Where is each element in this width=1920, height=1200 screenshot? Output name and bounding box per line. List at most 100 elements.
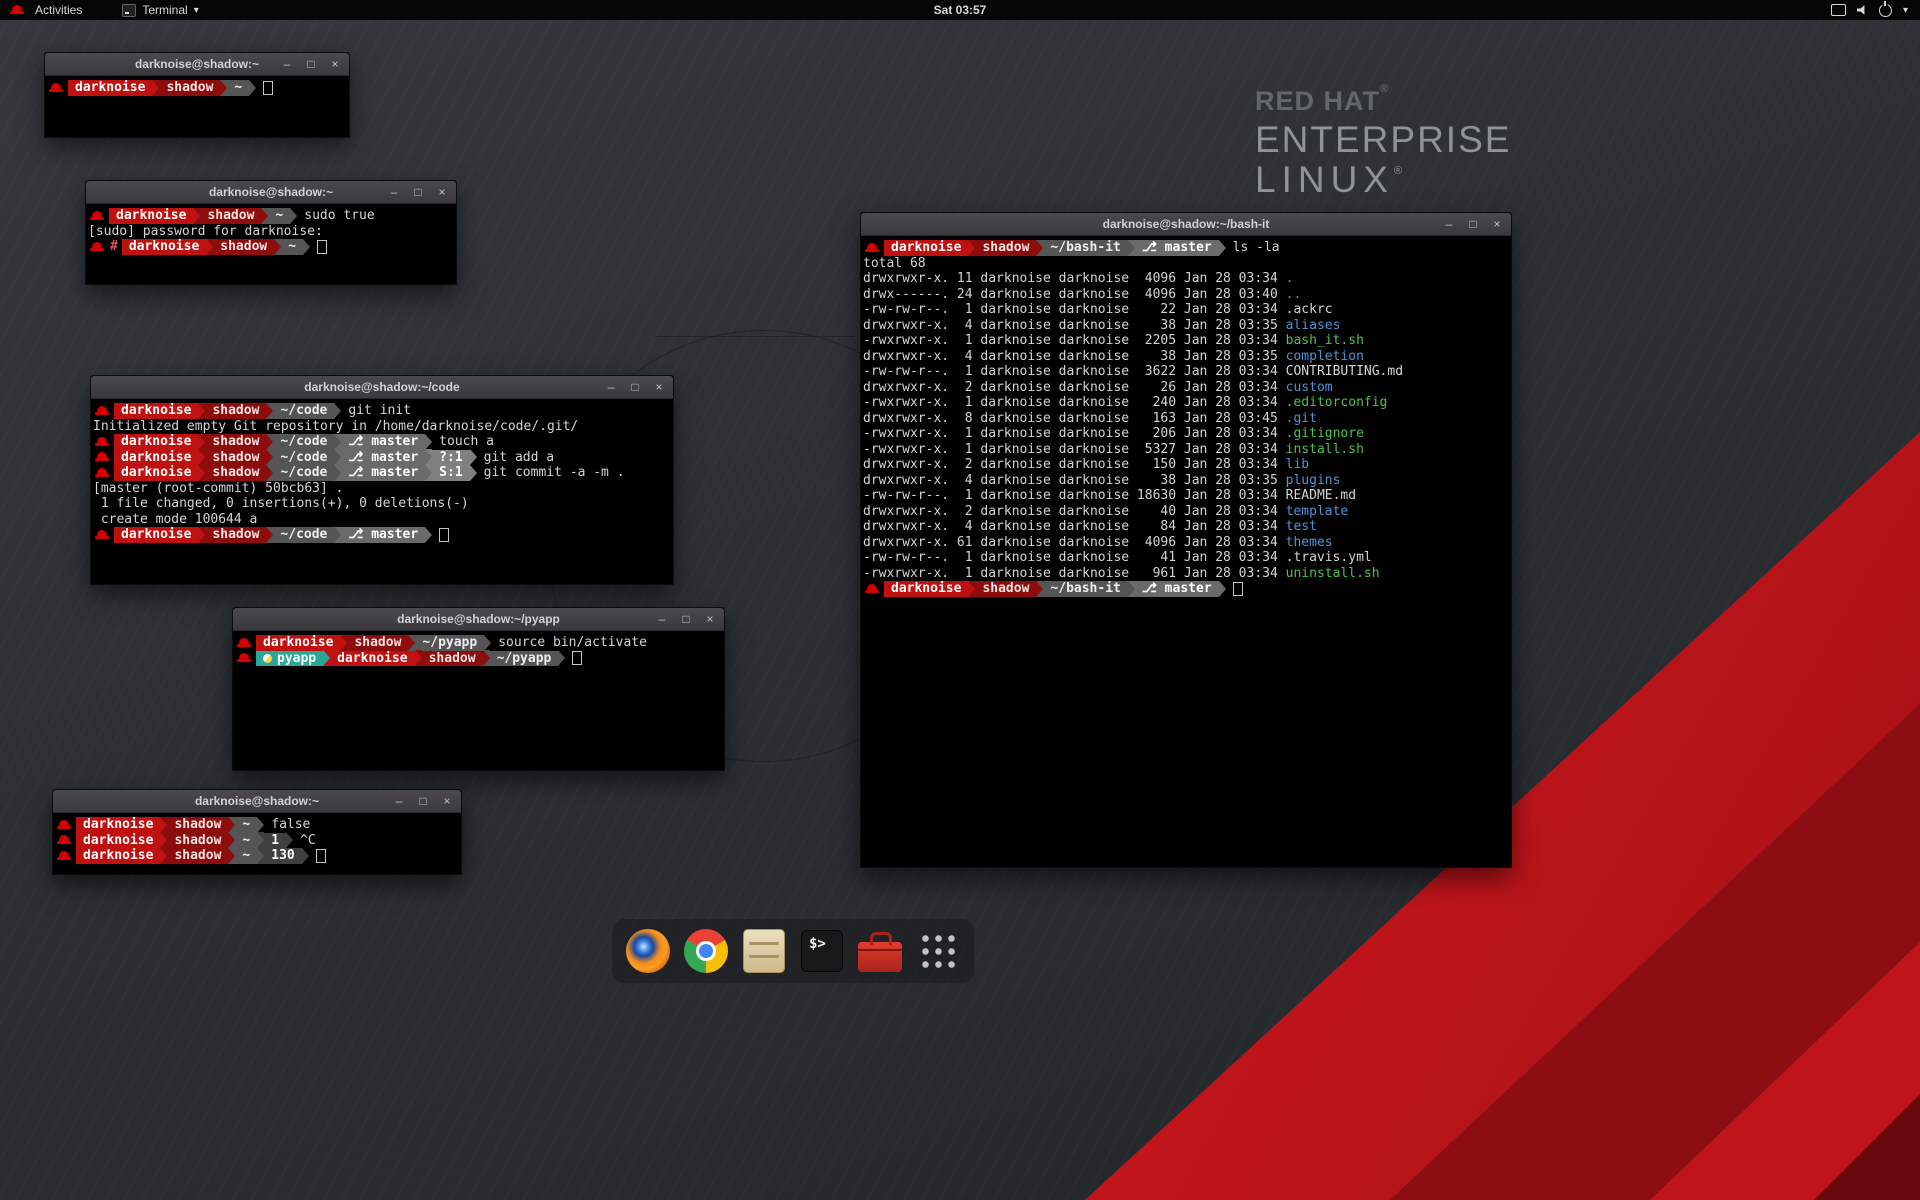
system-menu[interactable]: ▾ [1831, 0, 1920, 20]
toolbox-icon[interactable] [856, 927, 904, 975]
powerline-arrow [1036, 581, 1043, 597]
terminal-output-line: drwxrwxr-x. 11 darknoise darknoise 4096 … [863, 271, 1509, 287]
window-controls: –□ × [281, 53, 341, 75]
terminal-cursor [263, 81, 273, 95]
prompt-segment-user: darknoise [76, 848, 160, 864]
prompt-segment-status: S:1 [432, 465, 469, 481]
clock[interactable]: Sat 03:57 [934, 3, 987, 17]
prompt-segment-host: shadow [167, 833, 228, 849]
window-minimize-button[interactable]: – [1443, 218, 1455, 230]
command-text: git add a [484, 450, 554, 465]
terminal-icon[interactable]: $> [798, 927, 846, 975]
output-text: -rw-rw-r--. 1 darknoise darknoise 18630 … [863, 488, 1286, 503]
prompt-segment-path: ~ [227, 80, 249, 96]
dir-name: .git [1286, 411, 1317, 426]
window-titlebar[interactable]: darknoise@shadow:~–□× [45, 53, 349, 76]
terminal-app-icon [122, 4, 136, 17]
prompt-segment-host: shadow [167, 817, 228, 833]
firefox-browser-icon[interactable] [624, 927, 672, 975]
redhat-icon [57, 834, 71, 846]
output-text: drwx------. 24 darknoise darknoise 4096 … [863, 287, 1286, 302]
powerline-arrow [334, 403, 341, 419]
terminal-body[interactable]: darknoiseshadow~/codegit initInitialized… [91, 399, 673, 584]
prompt-segment-git: ⎇ master [341, 434, 425, 450]
window-close-button[interactable]: × [704, 613, 716, 625]
window-title: darknoise@shadow:~ [209, 185, 333, 199]
terminal-body[interactable]: darknoiseshadow~falsedarknoiseshadow~1^C… [53, 813, 461, 874]
prompt-segment-git: ⎇ master [1135, 240, 1219, 256]
app-menu-terminal[interactable]: Terminal ▾ [114, 0, 206, 20]
terminal-output-line: total 68 [863, 256, 1509, 272]
window-maximize-button[interactable]: □ [417, 795, 429, 807]
redhat-icon [865, 242, 879, 254]
powerline-arrow [558, 650, 565, 666]
dir-name: custom [1286, 380, 1333, 395]
window-minimize-button[interactable]: – [605, 381, 617, 393]
terminal-window: darknoise@shadow:~/bash-it–□×darknoisesh… [860, 212, 1512, 868]
prompt-segment-venv: pyapp [256, 651, 323, 667]
powerline-arrow [198, 449, 205, 465]
output-text: create mode 100644 a [93, 512, 257, 527]
prompt-segment-host: shadow [975, 581, 1036, 597]
prompt-segment-host: shadow [205, 465, 266, 481]
power-icon [1879, 4, 1892, 17]
command-text: ^C [300, 833, 316, 848]
terminal-body[interactable]: darknoiseshadow~sudo true[sudo] password… [86, 204, 456, 284]
powerline-arrow [257, 817, 264, 833]
terminal-body[interactable]: darknoiseshadow~/bash-it⎇ masterls -lato… [861, 236, 1511, 867]
window-maximize-button[interactable]: □ [629, 381, 641, 393]
window-titlebar[interactable]: darknoise@shadow:~/bash-it–□× [861, 213, 1511, 236]
output-text: .travis.yml [1286, 550, 1372, 565]
terminal-output-line: drwx------. 24 darknoise darknoise 4096 … [863, 287, 1509, 303]
redhat-icon [95, 451, 109, 463]
terminal-body[interactable]: darknoiseshadow~/pyappsource bin/activat… [233, 631, 724, 770]
terminal-prompt-line: darknoiseshadow~false [55, 817, 459, 833]
window-maximize-button[interactable]: □ [412, 186, 424, 198]
prompt-segment-path: ~ [235, 817, 257, 833]
window-controls: –□ × [656, 608, 716, 630]
exec-file-name: .gitignore [1286, 426, 1364, 441]
window-maximize-button[interactable]: □ [1467, 218, 1479, 230]
output-text: -rw-rw-r--. 1 darknoise darknoise 3622 J… [863, 364, 1286, 379]
window-close-button[interactable]: × [1491, 218, 1503, 230]
window-minimize-button[interactable]: – [656, 613, 668, 625]
chrome-browser-icon[interactable] [682, 927, 730, 975]
window-minimize-button[interactable]: – [388, 186, 400, 198]
window-titlebar[interactable]: darknoise@shadow:~/pyapp–□× [233, 608, 724, 631]
window-titlebar[interactable]: darknoise@shadow:~ –□ × [86, 181, 456, 204]
terminal-window: darknoise@shadow:~/code–□×darknoiseshado… [90, 375, 674, 585]
prompt-segment-user: darknoise [884, 240, 968, 256]
output-text: [master (root-commit) 50bcb63] . [93, 481, 343, 496]
window-minimize-button[interactable]: – [281, 58, 293, 70]
dir-name: plugins [1286, 473, 1341, 488]
window-titlebar[interactable]: darknoise@shadow:~/code–□× [91, 376, 673, 399]
app-grid-icon[interactable] [914, 927, 962, 975]
terminal-prompt-line: darknoiseshadow~130 [55, 848, 459, 864]
terminal-body[interactable]: darknoiseshadow~ [45, 76, 349, 137]
powerline-arrow [334, 527, 341, 543]
files-manager-icon[interactable] [740, 927, 788, 975]
terminal-cursor [316, 849, 326, 863]
window-maximize-button[interactable]: □ [305, 58, 317, 70]
prompt-segment-user: darknoise [122, 239, 206, 255]
window-maximize-button[interactable]: □ [680, 613, 692, 625]
prompt-segment-host: shadow [213, 239, 274, 255]
window-close-button[interactable]: × [436, 186, 448, 198]
output-text: drwxrwxr-x. 4 darknoise darknoise 38 Jan… [863, 318, 1286, 333]
window-close-button[interactable]: × [329, 58, 341, 70]
output-text: drwxrwxr-x. 4 darknoise darknoise 38 Jan… [863, 349, 1286, 364]
window-titlebar[interactable]: darknoise@shadow:~–□× [53, 790, 461, 813]
powerline-arrow [266, 403, 273, 419]
window-minimize-button[interactable]: – [393, 795, 405, 807]
terminal-prompt-line: darknoiseshadow~/code⎇ master?:1git add … [93, 450, 671, 466]
prompt-segment-path: ~/pyapp [490, 651, 559, 667]
window-close-button[interactable]: × [653, 381, 665, 393]
terminal-prompt-line: darknoiseshadow~/code⎇ masterS:1git comm… [93, 465, 671, 481]
window-close-button[interactable]: × [441, 795, 453, 807]
prompt-segment-git: ⎇ master [341, 450, 425, 466]
prompt-segment-path: ~/bash-it [1043, 581, 1127, 597]
activities-button[interactable]: Activities [0, 0, 90, 20]
powerline-arrow [340, 635, 347, 651]
terminal-glyph: $> [809, 936, 826, 952]
prompt-segment-path: ~/code [273, 434, 334, 450]
